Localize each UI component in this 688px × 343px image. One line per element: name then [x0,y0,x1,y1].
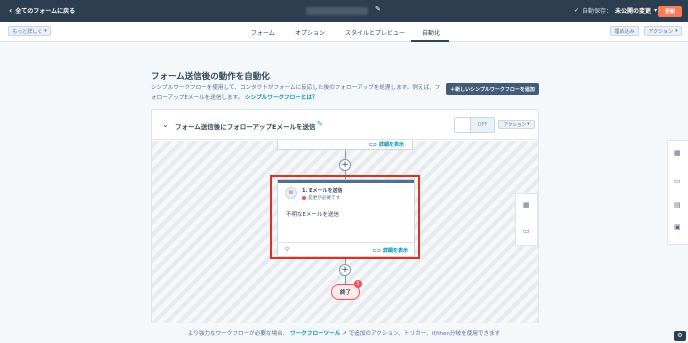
tab-automation[interactable]: 自動化 [422,28,440,37]
help-widget-icon[interactable]: ⚙ [674,331,686,341]
workflow-title: フォーム送信後にフォローアップEメールを送信 [175,123,316,131]
toggle-knob [455,118,471,132]
workflow-header: ⌄ フォーム送信後にフォローアップEメールを送信 ✎ OFF アクション ▾ [152,110,538,140]
tab-style-preview[interactable]: スタイルとプレビュー [345,28,405,37]
back-label: 全てのフォームに戻る [15,8,76,15]
autosave-label: 自動保存： [582,8,613,15]
check-icon: ✓ [574,7,580,14]
workflow-actions-label: アクション [503,122,527,128]
back-to-forms-link[interactable]: ‹ 全てのフォームに戻る [9,6,75,15]
simple-workflow-help-link[interactable]: シンプルワークフローとは？ [245,95,318,101]
canvas-tools: ▦ ▭ [515,193,538,246]
embed-button[interactable]: 埋め込み [610,26,639,36]
add-step-button[interactable]: + [339,264,351,276]
page-title: フォーム送信後の動作を自動化 [151,72,270,82]
error-count-badge: 1 [354,280,362,288]
active-tab-indicator [411,40,449,42]
comment-icon[interactable]: ▭ [523,227,530,235]
form-name-blurred[interactable] [306,7,368,15]
actions-label: アクション [648,28,674,35]
right-rail: ▦ ▭ ▤ ▣ [667,140,688,245]
trigger-detail-link[interactable]: ⊂⊃ 詳細を表示 [368,141,404,149]
grid-icon[interactable]: ▦ [674,149,681,157]
calendar-icon[interactable]: ▣ [674,223,681,231]
caret-down-icon: ▾ [654,7,658,14]
actions-dropdown[interactable]: アクション ▾ [644,26,682,36]
footer-suffix: で追加のアクション、トリガー、if/then分岐を使用できます [348,331,501,337]
update-button[interactable]: 更新 [658,6,682,17]
chat-icon[interactable]: ▭ [674,177,681,185]
workflow-toggle[interactable]: OFF [454,117,495,133]
tab-options[interactable]: オプション [295,28,325,37]
collapse-chevron-icon[interactable]: ⌄ [162,120,169,129]
caret-down-icon: ▾ [527,122,530,127]
external-link-icon: ↗ [342,331,347,337]
caret-down-icon: ▾ [44,28,47,34]
caret-down-icon: ▾ [675,28,678,34]
autosave-status[interactable]: ✓ 自動保存： 未公開の変更 ▾ [574,6,657,15]
trigger-detail-label: 詳細を表示 [378,142,404,148]
add-step-button[interactable]: + [339,159,351,171]
toggle-state-label: OFF [477,122,488,128]
workflow-tool-link[interactable]: ワークフローツール [290,331,340,337]
page-description: シンプルワークフローを使用して、コンタクトがフォームに反応した後のフォローアップ… [151,83,441,103]
add-simple-workflow-button[interactable]: ＋新しいシンプルワークフローを追加 [446,83,539,95]
grid-icon[interactable]: ▦ [523,201,530,209]
link-icon: ⊂⊃ [368,141,377,148]
tab-form[interactable]: フォーム [251,28,275,37]
tab-list: フォーム オプション スタイルとプレビュー 自動化 [0,22,688,42]
learn-more-button[interactable]: もっと詳しく ▾ [8,26,51,36]
highlight-box [270,175,420,259]
autosave-value: 未公開の変更 [615,8,652,15]
window-icon[interactable]: ▤ [674,201,681,209]
sub-navigation: フォーム オプション スタイルとプレビュー 自動化 もっと詳しく ▾ 埋め込み … [0,22,688,42]
learn-more-label: もっと詳しく [12,28,43,35]
workflow-actions-dropdown[interactable]: アクション ▾ [498,120,535,129]
trigger-card[interactable]: ⊂⊃ 詳細を表示 [277,141,413,150]
top-bar: ‹ 全てのフォームに戻る ✎ ✓ 自動保存： 未公開の変更 ▾ 更新 [0,0,688,22]
footer-prefix: より強力なワークフローが必要な場合、 [187,331,289,337]
edit-pencil-icon[interactable]: ✎ [375,5,381,13]
edit-workflow-name-icon[interactable]: ✎ [317,120,323,128]
chevron-left-icon: ‹ [9,5,13,15]
footer-note: より強力なワークフローが必要な場合、 ワークフローツール ↗ で追加のアクション… [0,329,688,337]
